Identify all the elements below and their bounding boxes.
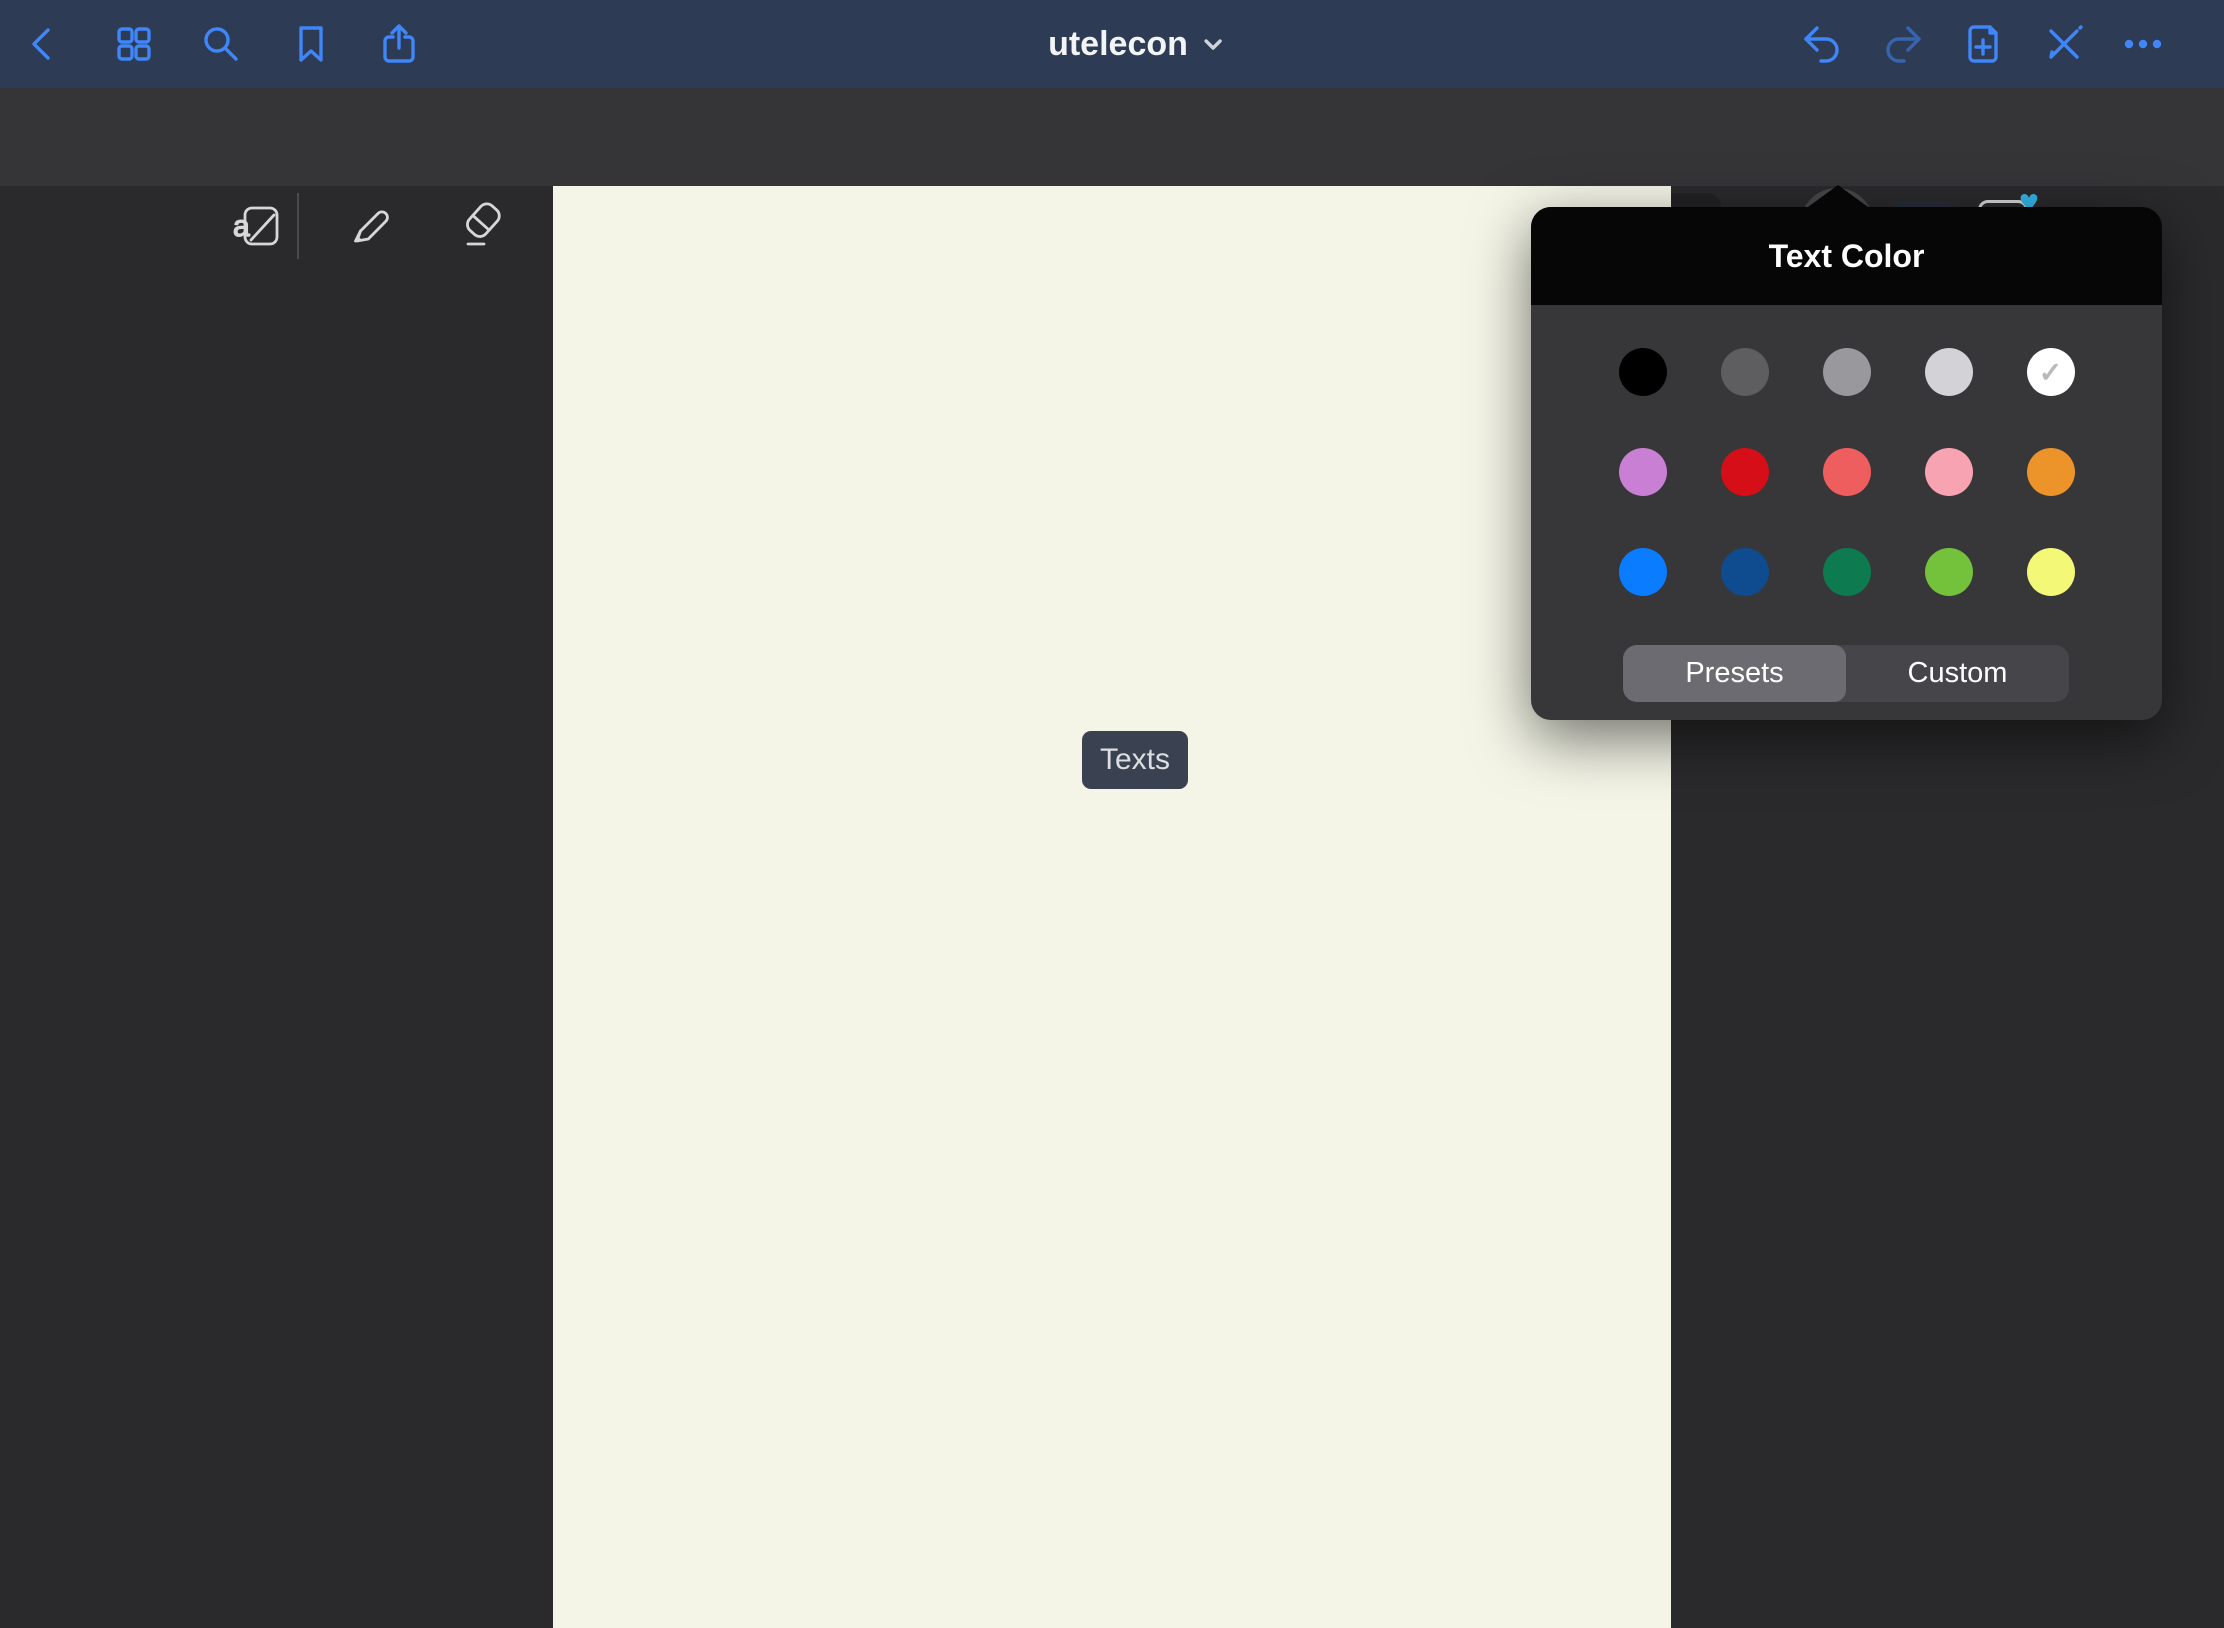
color-swatch-navy-blue[interactable]	[1721, 548, 1769, 596]
popover-header: Text Color	[1531, 207, 2162, 305]
popover-arrow	[1808, 185, 1868, 207]
bookmark-icon[interactable]	[289, 22, 333, 66]
notebook-page: Texts	[553, 186, 1671, 1628]
page-mode-icon[interactable]: a	[231, 198, 285, 252]
top-navigation-bar: utelecon	[0, 0, 2224, 88]
color-swatch-grid: ✓	[1531, 348, 2162, 596]
popover-title: Text Color	[1769, 238, 1925, 275]
chevron-down-icon	[1202, 33, 1224, 55]
color-swatch-yellow[interactable]	[2027, 548, 2075, 596]
undo-icon[interactable]	[1801, 22, 1845, 66]
tab-custom-label: Custom	[1908, 657, 2008, 690]
redo-icon[interactable]	[1880, 22, 1924, 66]
swatch-row	[1531, 548, 2162, 596]
editing-toolbar: a	[0, 88, 2224, 186]
checkmark-icon: ✓	[2039, 356, 2062, 389]
color-swatch-black[interactable]	[1619, 348, 1667, 396]
tab-presets[interactable]: Presets	[1623, 645, 1846, 702]
color-swatch-gray[interactable]	[1823, 348, 1871, 396]
canvas-text-label: Texts	[1100, 743, 1170, 776]
thumbnails-grid-icon[interactable]	[112, 22, 156, 66]
color-swatch-dark-gray[interactable]	[1721, 348, 1769, 396]
swatch-row	[1531, 448, 2162, 496]
presets-custom-segmented-control: Presets Custom	[1623, 645, 2069, 702]
color-swatch-light-green[interactable]	[1925, 548, 1973, 596]
color-swatch-orchid[interactable]	[1619, 448, 1667, 496]
color-swatch-light-gray[interactable]	[1925, 348, 1973, 396]
tab-presets-label: Presets	[1685, 657, 1783, 690]
color-swatch-blue[interactable]	[1619, 548, 1667, 596]
document-title-label: utelecon	[1048, 25, 1188, 64]
color-swatch-red[interactable]	[1721, 448, 1769, 496]
search-icon[interactable]	[199, 22, 243, 66]
text-color-popover: Text Color ✓ Presets Custom	[1531, 207, 2162, 720]
pen-mode-toggle-icon[interactable]	[2042, 22, 2086, 66]
color-swatch-green[interactable]	[1823, 548, 1871, 596]
color-swatch-salmon[interactable]	[1823, 448, 1871, 496]
add-page-icon[interactable]	[1961, 22, 2005, 66]
share-icon[interactable]	[377, 22, 421, 66]
swatch-row: ✓	[1531, 348, 2162, 396]
back-icon[interactable]	[22, 22, 66, 66]
more-options-icon[interactable]	[2121, 22, 2165, 66]
document-title[interactable]: utelecon	[1048, 0, 1224, 88]
toolbar-divider	[297, 193, 299, 259]
color-swatch-orange[interactable]	[2027, 448, 2075, 496]
tab-custom[interactable]: Custom	[1846, 645, 2069, 702]
eraser-tool-icon[interactable]	[454, 200, 504, 250]
color-swatch-pink[interactable]	[1925, 448, 1973, 496]
canvas-text-object[interactable]: Texts	[1082, 731, 1188, 789]
svg-text:a: a	[233, 210, 250, 243]
color-swatch-white[interactable]: ✓	[2027, 348, 2075, 396]
pen-tool-icon[interactable]	[346, 200, 396, 250]
